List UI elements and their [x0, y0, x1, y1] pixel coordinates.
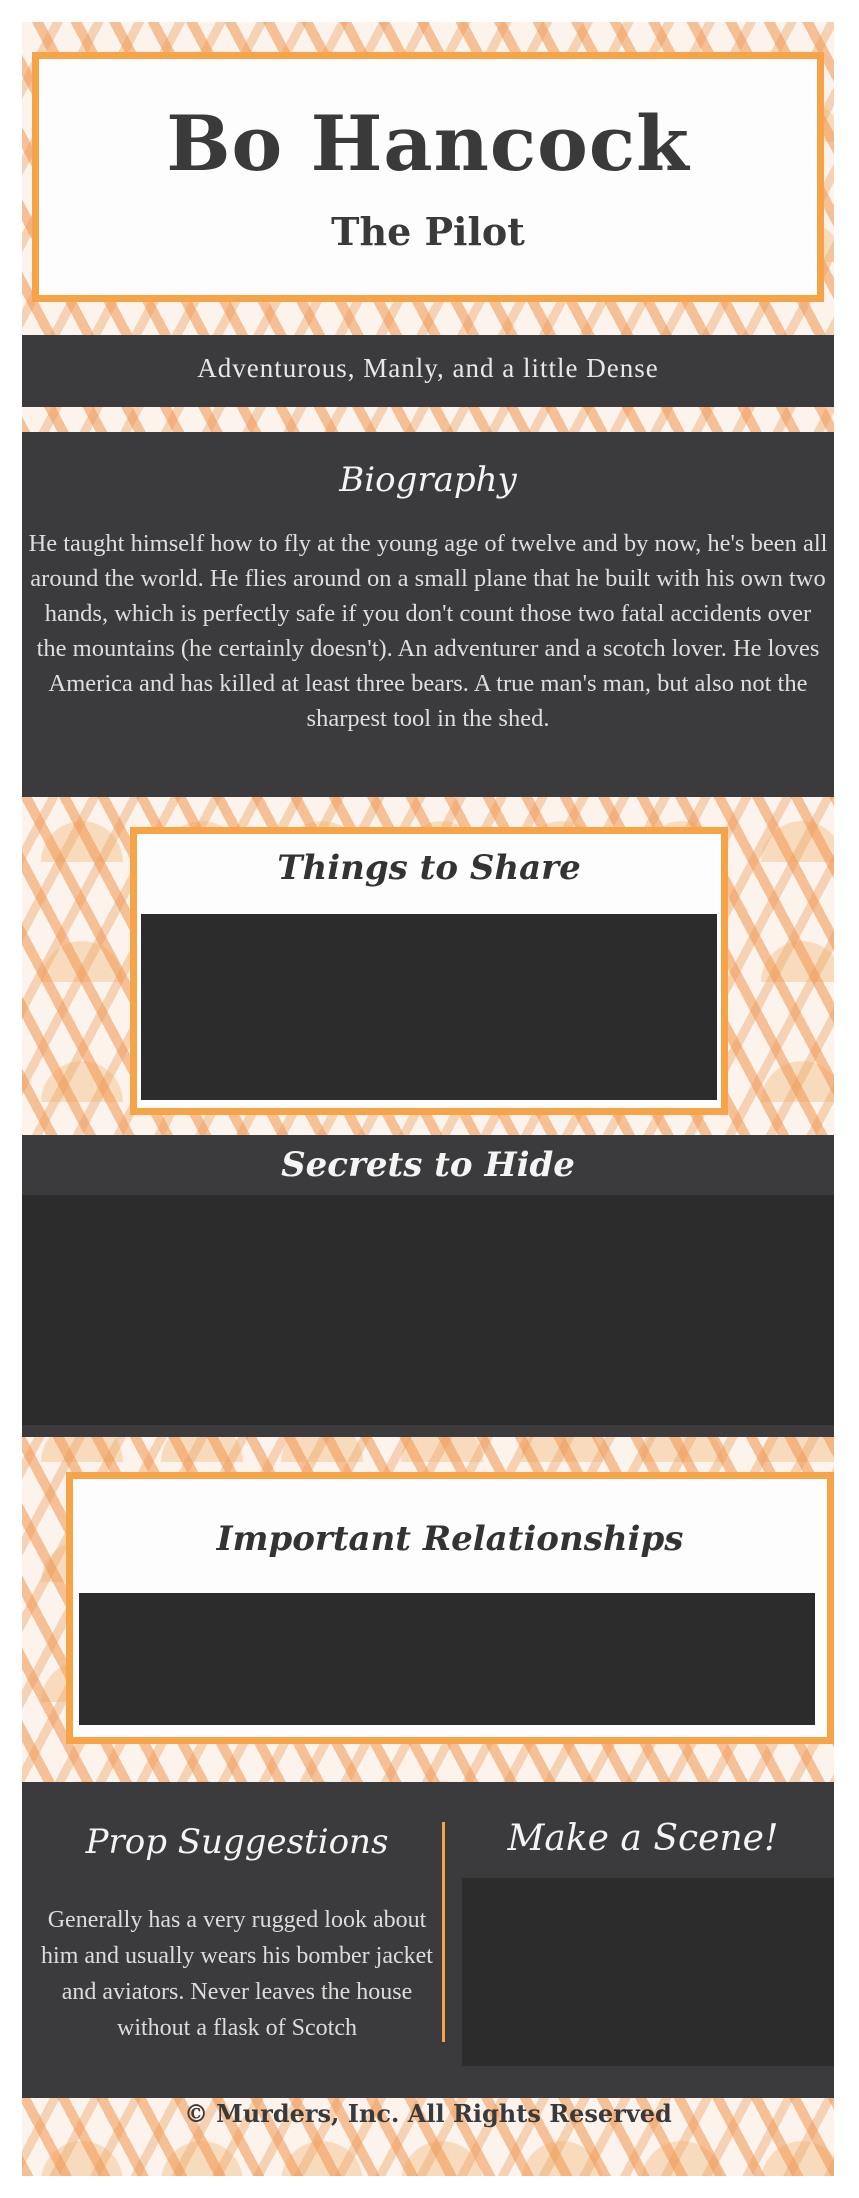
relationships-redaction	[79, 1593, 815, 1725]
character-card: Bo Hancock The Pilot Adventurous, Manly,…	[22, 22, 834, 2176]
props-scene-section: Prop Suggestions Generally has a very ru…	[22, 1782, 834, 2098]
character-name: Bo Hancock	[166, 99, 690, 188]
secrets-to-hide-heading: Secrets to Hide	[281, 1145, 575, 1185]
copyright-symbol: ©	[184, 2099, 209, 2128]
things-to-share-heading: Things to Share	[277, 848, 581, 888]
biography-heading: Biography	[339, 460, 517, 500]
secrets-to-hide-redaction	[22, 1195, 834, 1425]
tagline-band: Adventurous, Manly, and a little Dense	[22, 335, 834, 407]
make-a-scene-heading: Make a Scene!	[507, 1818, 779, 1859]
tagline: Adventurous, Manly, and a little Dense	[197, 353, 659, 383]
biography-section: Biography He taught himself how to fly a…	[22, 432, 834, 797]
copyright-text: Murders, Inc. All Rights Reserved	[216, 2099, 672, 2128]
title-box: Bo Hancock The Pilot	[32, 52, 824, 302]
character-role: The Pilot	[331, 209, 525, 254]
section-divider	[442, 1822, 445, 2042]
secrets-to-hide-section: Secrets to Hide	[22, 1135, 834, 1437]
relationships-heading: Important Relationships	[216, 1519, 684, 1559]
things-to-share-box: Things to Share	[130, 827, 728, 1115]
prop-suggestions-text: Generally has a very rugged look about h…	[41, 1907, 433, 2041]
copyright-footer: © Murders, Inc. All Rights Reserved	[22, 2099, 834, 2128]
things-to-share-redaction	[141, 914, 717, 1100]
make-a-scene-redaction	[462, 1878, 834, 2066]
biography-text: He taught himself how to fly at the youn…	[28, 530, 828, 732]
relationships-box: Important Relationships	[66, 1472, 834, 1744]
prop-suggestions-heading: Prop Suggestions	[85, 1822, 389, 1862]
